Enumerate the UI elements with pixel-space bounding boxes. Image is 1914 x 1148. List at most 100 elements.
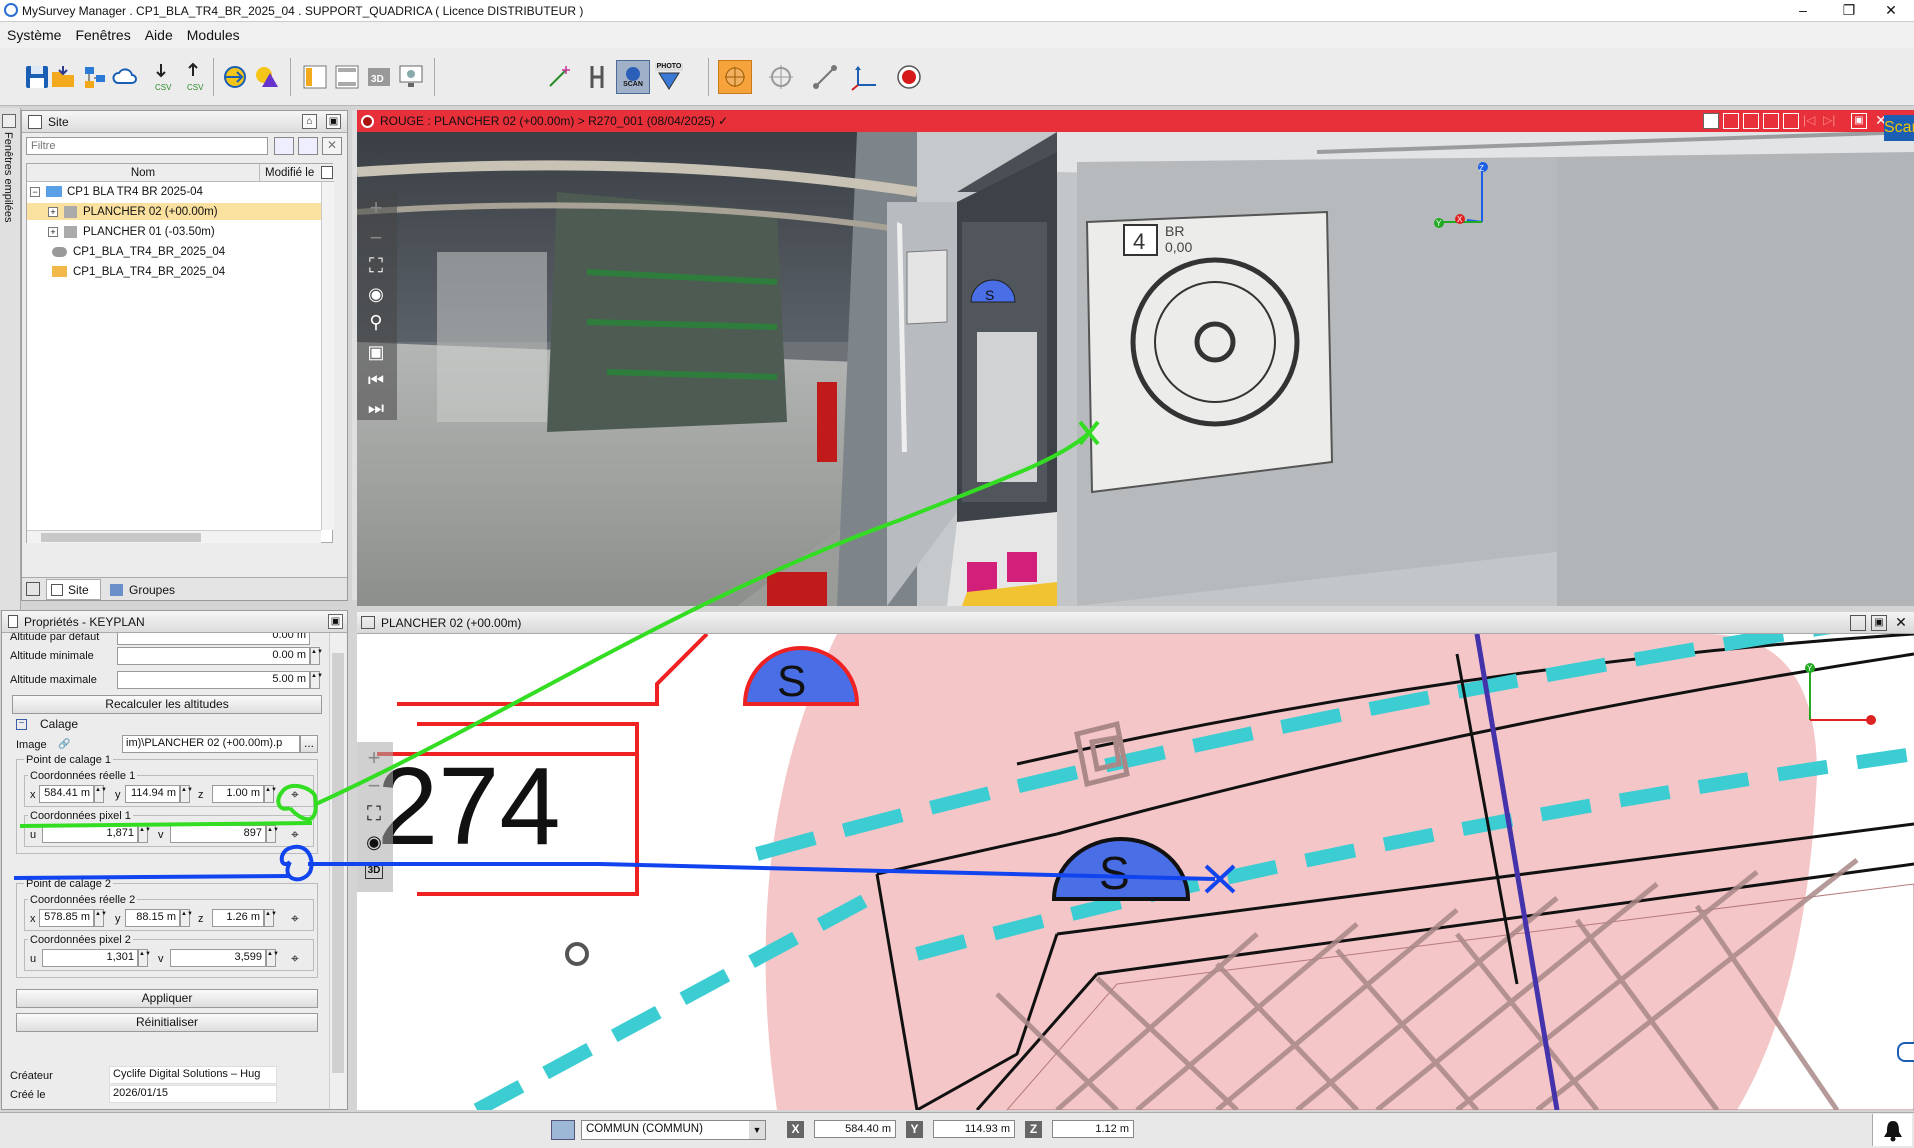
p1-pixel-picker-icon[interactable]: ⌖ <box>284 824 306 844</box>
tab-groups[interactable]: Groupes <box>106 579 186 600</box>
first-icon[interactable]: |◁ <box>1803 113 1819 129</box>
level-icon[interactable] <box>580 60 614 94</box>
network-icon[interactable] <box>78 60 112 94</box>
open-folder-icon[interactable] <box>46 60 80 94</box>
visibility-icon[interactable]: ◉ <box>361 280 391 308</box>
alt-min-field[interactable]: 0.00 m <box>117 647 310 665</box>
panorama-image[interactable]: 4 BR 0,00 S Z Y X <box>357 132 1914 606</box>
tree-expander[interactable]: − <box>30 186 40 197</box>
location-icon[interactable]: ⚲ <box>361 308 391 336</box>
layer-select[interactable]: COMMUN (COMMUN) ▼ <box>581 1120 766 1140</box>
p1-u-field[interactable]: 1,871 <box>42 825 138 843</box>
tree-item-project[interactable]: − CP1 BLA TR4 BR 2025-04 <box>27 183 325 200</box>
photo-button[interactable]: PHOTO <box>652 60 686 94</box>
p2-z-spinner[interactable]: ▲▼ <box>264 909 277 927</box>
zoom-in-icon[interactable]: + <box>361 194 391 222</box>
image-path-field[interactable]: im)\PLANCHER 02 (+00.00m).p <box>122 735 300 753</box>
column-chooser-icon[interactable] <box>321 166 333 179</box>
col-name-header[interactable]: Nom <box>27 164 260 182</box>
notification-bell-icon[interactable] <box>1872 1114 1912 1146</box>
tree-item-cloud[interactable]: CP1_BLA_TR4_BR_2025_04 <box>27 243 325 260</box>
tree-item-plancher-02[interactable]: + PLANCHER 02 (+00.00m) <box>27 203 327 220</box>
layer-icon[interactable] <box>551 1120 575 1140</box>
alt-max-field[interactable]: 5.00 m <box>117 671 310 689</box>
maximize-button[interactable]: ❐ <box>1826 0 1872 22</box>
palette-icon[interactable] <box>1703 113 1719 129</box>
previous-photo-icon[interactable]: ⏮ <box>361 366 391 394</box>
cloud-icon[interactable] <box>108 60 142 94</box>
zoom-icon[interactable] <box>1763 113 1779 129</box>
plan-3d-button[interactable]: 3D <box>359 856 389 884</box>
tree-expander[interactable]: + <box>48 226 58 237</box>
p1-u-spinner[interactable]: ▲▼ <box>138 825 151 843</box>
site-home-button[interactable]: ⌂ <box>302 114 317 129</box>
vr-icon[interactable] <box>1723 113 1739 129</box>
browse-image-button[interactable]: ... <box>300 735 318 753</box>
next-photo-icon[interactable]: ⏭ <box>361 394 391 422</box>
fit-view-icon[interactable]: ⛶ <box>361 252 391 280</box>
chevron-down-icon[interactable]: ▼ <box>749 1121 765 1139</box>
p2-z-field[interactable]: 1.26 m <box>212 909 264 927</box>
calage-collapse-icon[interactable]: − <box>16 719 27 730</box>
p1-y-spinner[interactable]: ▲▼ <box>180 785 193 803</box>
p1-v-field[interactable]: 897 <box>170 825 266 843</box>
scan-badge[interactable]: Scan <box>1884 115 1914 141</box>
menu-fenetres[interactable]: Fenêtres <box>68 27 137 43</box>
view-3d-icon[interactable]: 3D <box>362 60 396 94</box>
alt-min-spinner[interactable]: ▲▼ <box>310 647 323 665</box>
p2-y-field[interactable]: 88.15 m <box>125 909 180 927</box>
p2-u-field[interactable]: 1,301 <box>42 949 138 967</box>
plan-zoom-out-icon[interactable]: − <box>359 772 389 800</box>
plan-restore-button[interactable]: ▣ <box>1871 615 1887 631</box>
p2-v-field[interactable]: 3,599 <box>170 949 266 967</box>
monitor-icon[interactable] <box>394 60 428 94</box>
shapes-icon[interactable] <box>250 60 284 94</box>
scroll-thumb[interactable] <box>332 653 344 1073</box>
col-modified-header[interactable]: Modifié le <box>261 164 321 182</box>
tree-item-folder[interactable]: CP1_BLA_TR4_BR_2025_04 <box>27 263 325 280</box>
apply-button[interactable]: Appliquer <box>16 989 318 1008</box>
last-icon[interactable]: ▷| <box>1823 113 1839 129</box>
p1-y-field[interactable]: 114.94 m <box>125 785 180 803</box>
camera-icon[interactable] <box>1743 113 1759 129</box>
axes-icon[interactable] <box>848 60 882 94</box>
split-left-icon[interactable] <box>298 60 332 94</box>
import-csv-icon[interactable]: CSV <box>146 60 180 94</box>
properties-scrollbar[interactable] <box>329 633 346 1109</box>
tree-expander[interactable]: + <box>48 206 58 217</box>
plan-close-button[interactable]: ✕ <box>1893 615 1909 631</box>
plan-fit-view-icon[interactable]: ⛶ <box>359 800 389 828</box>
move-tool-icon[interactable] <box>718 60 752 94</box>
wand-icon[interactable] <box>542 60 576 94</box>
p1-x-spinner[interactable]: ▲▼ <box>94 785 107 803</box>
p1-z-spinner[interactable]: ▲▼ <box>264 785 277 803</box>
measure-icon[interactable] <box>808 60 842 94</box>
panel-toggle-icon[interactable] <box>26 582 40 596</box>
filter-input[interactable] <box>26 137 268 155</box>
plan-export-icon[interactable] <box>1850 615 1866 631</box>
record-icon[interactable] <box>892 60 926 94</box>
target-arrow-icon[interactable] <box>218 60 252 94</box>
close-button[interactable]: ✕ <box>1868 0 1914 22</box>
clear-filter-icon[interactable]: ✕ <box>322 137 342 155</box>
scan-button[interactable]: SCAN <box>616 60 650 94</box>
tree-horizontal-scrollbar[interactable] <box>27 530 321 543</box>
menu-modules[interactable]: Modules <box>180 27 247 43</box>
plan-canvas[interactable]: 274 S S Y <box>357 634 1914 1110</box>
split-bottom-icon[interactable] <box>330 60 364 94</box>
p2-pixel-picker-icon[interactable]: ⌖ <box>284 948 306 968</box>
tab-site[interactable]: Site <box>46 579 101 600</box>
p2-real-picker-icon[interactable]: ⌖ <box>284 908 306 928</box>
p2-y-spinner[interactable]: ▲▼ <box>180 909 193 927</box>
crosshair-icon[interactable] <box>764 60 798 94</box>
photo-restore-button[interactable]: ▣ <box>1851 113 1867 129</box>
properties-restore-button[interactable]: ▣ <box>328 614 343 629</box>
p1-real-picker-icon[interactable]: ⌖ <box>284 784 306 804</box>
alt-max-spinner[interactable]: ▲▼ <box>310 671 323 689</box>
stacked-windows-tab[interactable]: Fenêtres empilées <box>0 108 21 610</box>
plan-side-handle[interactable] <box>1897 1042 1914 1062</box>
search-icon[interactable] <box>274 137 294 155</box>
p1-z-field[interactable]: 1.00 m <box>212 785 264 803</box>
site-restore-button[interactable]: ▣ <box>326 114 341 129</box>
p2-x-field[interactable]: 578.85 m <box>39 909 94 927</box>
